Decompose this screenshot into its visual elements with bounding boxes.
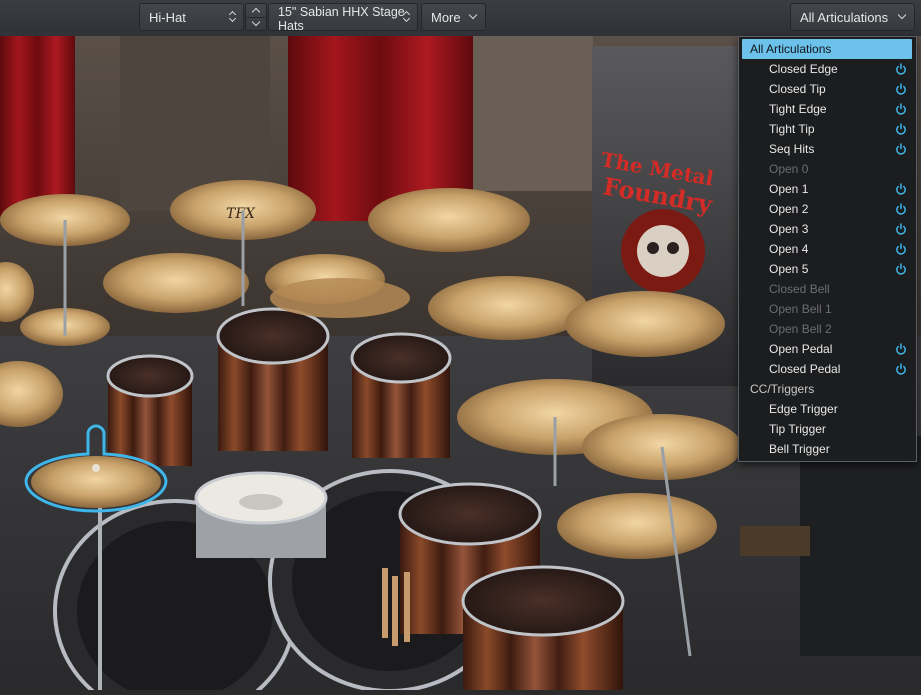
menu-item: Closed Bell: [739, 279, 916, 299]
menu-item-label: Tight Edge: [769, 102, 827, 116]
menu-item: Open Bell 1: [739, 299, 916, 319]
more-button[interactable]: More: [421, 3, 486, 31]
menu-item[interactable]: Closed Edge: [739, 59, 916, 79]
chevron-down-icon: [897, 10, 907, 20]
instrument-select[interactable]: Hi-Hat: [139, 3, 244, 31]
menu-item-label: Open Bell 1: [769, 302, 832, 316]
menu-item-label: All Articulations: [750, 42, 832, 56]
model-select-line2: Hats: [278, 19, 304, 33]
articulation-filter-select[interactable]: All Articulations: [790, 3, 915, 31]
menu-item[interactable]: Seq Hits: [739, 139, 916, 159]
menu-item[interactable]: Tight Tip: [739, 119, 916, 139]
menu-item-label: Tip Trigger: [769, 422, 826, 436]
menu-item-label: Open 4: [769, 242, 809, 256]
power-icon[interactable]: [895, 63, 907, 75]
chevron-updown-icon: [229, 10, 237, 24]
chevron-up-icon[interactable]: [251, 7, 261, 17]
menu-item-label: Tight Tip: [769, 122, 815, 136]
power-icon[interactable]: [895, 263, 907, 275]
menu-item[interactable]: Edge Trigger: [739, 399, 916, 419]
menu-item[interactable]: Bell Trigger: [739, 439, 916, 459]
power-icon[interactable]: [895, 123, 907, 135]
power-icon[interactable]: [895, 103, 907, 115]
menu-item: Open 0: [739, 159, 916, 179]
menu-item-label: Closed Bell: [769, 282, 830, 296]
more-button-label: More: [431, 10, 461, 25]
model-stepper[interactable]: [245, 3, 267, 31]
model-select-line1: 15" Sabian HHX Stage: [278, 5, 405, 19]
menu-item-label: Bell Trigger: [769, 442, 830, 456]
articulation-menu: All Articulations Closed Edge Closed Tip Ti…: [738, 36, 917, 462]
menu-item[interactable]: All Articulations: [742, 39, 912, 59]
hihat-cymbal[interactable]: [31, 456, 161, 508]
cymbal-logo-text: TFX: [226, 206, 256, 222]
menu-item[interactable]: Open 4: [739, 239, 916, 259]
menu-item-label: Closed Edge: [769, 62, 838, 76]
articulation-filter-label: All Articulations: [800, 10, 889, 25]
menu-item[interactable]: Closed Pedal: [739, 359, 916, 379]
menu-item[interactable]: Open 2: [739, 199, 916, 219]
power-icon[interactable]: [895, 243, 907, 255]
menu-item-label: Open Pedal: [769, 342, 833, 356]
menu-item[interactable]: Open Pedal: [739, 339, 916, 359]
chevron-down-icon[interactable]: [251, 17, 261, 27]
menu-item-label: Open Bell 2: [769, 322, 832, 336]
model-select[interactable]: 15" Sabian HHX Stage Hats: [268, 3, 418, 33]
power-icon[interactable]: [895, 223, 907, 235]
menu-item: CC/Triggers: [739, 379, 916, 399]
menu-item[interactable]: Tight Edge: [739, 99, 916, 119]
menu-item-label: Open 0: [769, 162, 809, 176]
top-toolbar: Hi-Hat 15" Sabian HHX Stage Hats More Al…: [0, 0, 921, 37]
chevron-updown-icon: [403, 10, 411, 24]
power-icon[interactable]: [895, 343, 907, 355]
menu-item-label: Closed Tip: [769, 82, 826, 96]
menu-item: Open Bell 2: [739, 319, 916, 339]
power-icon[interactable]: [895, 143, 907, 155]
menu-item-label: Open 5: [769, 262, 809, 276]
menu-item[interactable]: Open 5: [739, 259, 916, 279]
menu-item-label: Open 3: [769, 222, 809, 236]
menu-item-label: Closed Pedal: [769, 362, 841, 376]
menu-item[interactable]: Open 3: [739, 219, 916, 239]
menu-item-label: CC/Triggers: [750, 382, 815, 396]
power-icon[interactable]: [895, 203, 907, 215]
menu-item-label: Seq Hits: [769, 142, 815, 156]
menu-item[interactable]: Tip Trigger: [739, 419, 916, 439]
power-icon[interactable]: [895, 363, 907, 375]
power-icon[interactable]: [895, 83, 907, 95]
menu-item-label: Open 1: [769, 182, 809, 196]
power-icon[interactable]: [895, 183, 907, 195]
chevron-down-icon: [468, 10, 478, 20]
instrument-select-label: Hi-Hat: [149, 10, 186, 25]
menu-item-label: Edge Trigger: [769, 402, 838, 416]
menu-item[interactable]: Open 1: [739, 179, 916, 199]
menu-item-label: Open 2: [769, 202, 809, 216]
menu-item[interactable]: Closed Tip: [739, 79, 916, 99]
